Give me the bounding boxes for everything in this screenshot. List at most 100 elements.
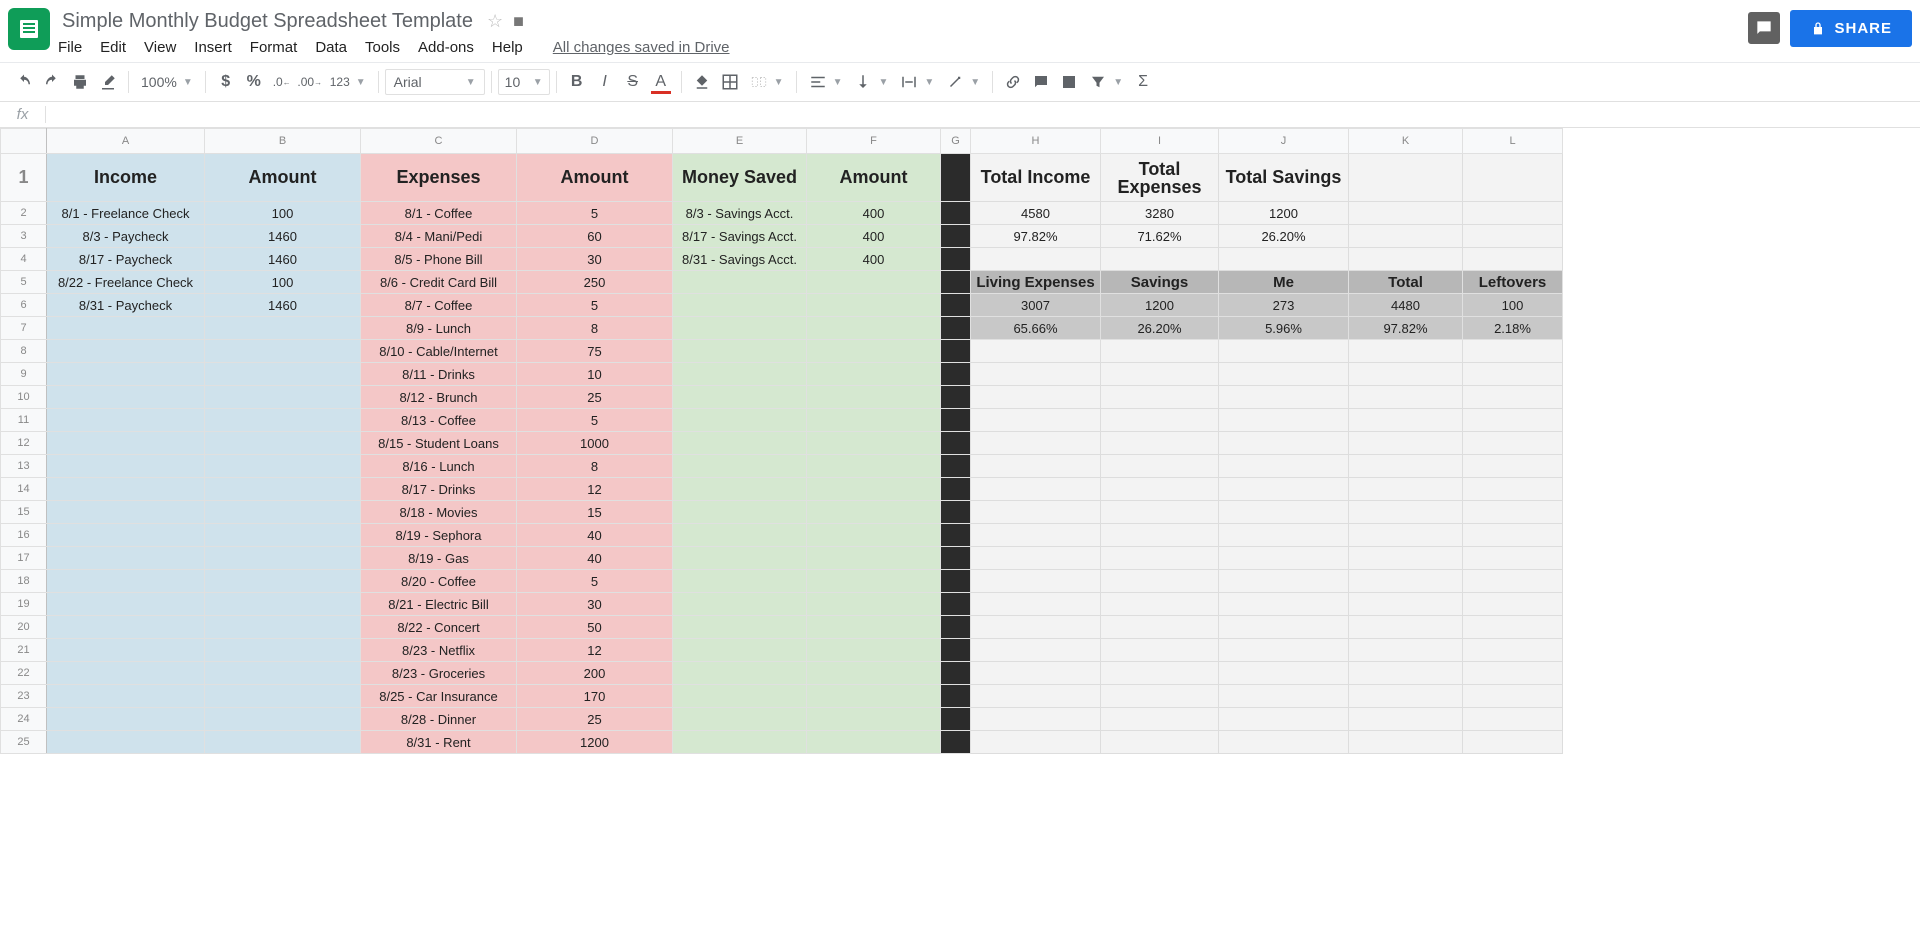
cell[interactable] — [941, 685, 971, 708]
dec-decrease-icon[interactable]: .0← — [268, 68, 296, 96]
cell[interactable] — [1463, 202, 1563, 225]
cell[interactable] — [47, 547, 205, 570]
cell[interactable]: Amount — [205, 154, 361, 202]
col-header-C[interactable]: C — [361, 129, 517, 154]
cell[interactable] — [971, 386, 1101, 409]
cell[interactable]: 1460 — [205, 248, 361, 271]
cell[interactable]: 1460 — [205, 294, 361, 317]
cell[interactable]: 8/13 - Coffee — [361, 409, 517, 432]
cell[interactable]: 12 — [517, 478, 673, 501]
row-header[interactable]: 15 — [1, 501, 47, 524]
cell[interactable] — [673, 409, 807, 432]
cell[interactable]: 8/31 - Savings Acct. — [673, 248, 807, 271]
cell[interactable] — [1349, 547, 1463, 570]
cell[interactable] — [1349, 685, 1463, 708]
text-color-icon[interactable]: A — [647, 68, 675, 96]
filter-icon[interactable]: ▼ — [1083, 73, 1129, 91]
cell[interactable] — [1463, 570, 1563, 593]
cell[interactable] — [971, 708, 1101, 731]
cell[interactable]: 5 — [517, 409, 673, 432]
cell[interactable] — [1219, 432, 1349, 455]
cell[interactable] — [1349, 478, 1463, 501]
cell[interactable] — [971, 340, 1101, 363]
cell[interactable]: 8/7 - Coffee — [361, 294, 517, 317]
cell[interactable]: 8/31 - Paycheck — [47, 294, 205, 317]
cell[interactable]: 30 — [517, 248, 673, 271]
cell[interactable]: 4480 — [1349, 294, 1463, 317]
cell[interactable]: 60 — [517, 225, 673, 248]
cell[interactable] — [673, 386, 807, 409]
cell[interactable] — [807, 547, 941, 570]
cell[interactable]: Total — [1349, 271, 1463, 294]
row-header[interactable]: 20 — [1, 616, 47, 639]
row-header[interactable]: 2 — [1, 202, 47, 225]
wrap-icon[interactable]: ▼ — [894, 73, 940, 91]
cell[interactable] — [941, 524, 971, 547]
cell[interactable] — [1219, 570, 1349, 593]
cell[interactable]: 40 — [517, 524, 673, 547]
cell[interactable] — [1349, 409, 1463, 432]
cell[interactable] — [1219, 340, 1349, 363]
cell[interactable]: 8 — [517, 317, 673, 340]
cell[interactable] — [941, 616, 971, 639]
cell[interactable]: 65.66% — [971, 317, 1101, 340]
row-header[interactable]: 11 — [1, 409, 47, 432]
cell[interactable]: 8/17 - Drinks — [361, 478, 517, 501]
cell[interactable] — [1463, 248, 1563, 271]
cell[interactable] — [673, 708, 807, 731]
cell[interactable]: 71.62% — [1101, 225, 1219, 248]
cell[interactable]: 400 — [807, 202, 941, 225]
cell[interactable] — [1463, 547, 1563, 570]
cell[interactable] — [1349, 524, 1463, 547]
doc-title[interactable]: Simple Monthly Budget Spreadsheet Templa… — [58, 8, 477, 35]
cell[interactable] — [673, 432, 807, 455]
cell[interactable] — [1101, 570, 1219, 593]
row-header[interactable]: 10 — [1, 386, 47, 409]
cell[interactable]: 3280 — [1101, 202, 1219, 225]
cell[interactable] — [47, 317, 205, 340]
cell[interactable] — [673, 593, 807, 616]
cell[interactable] — [1349, 455, 1463, 478]
cell[interactable] — [807, 731, 941, 754]
cell[interactable] — [941, 154, 971, 202]
spreadsheet-grid[interactable]: ABCDEFGHIJKL 1IncomeAmountExpensesAmount… — [0, 128, 1920, 754]
cell[interactable]: 5.96% — [1219, 317, 1349, 340]
cell[interactable]: 25 — [517, 386, 673, 409]
cell[interactable] — [1463, 432, 1563, 455]
cell[interactable]: 8/19 - Gas — [361, 547, 517, 570]
cell[interactable] — [807, 524, 941, 547]
cell[interactable]: 8/5 - Phone Bill — [361, 248, 517, 271]
select-all-cell[interactable] — [1, 129, 47, 154]
cell[interactable]: Total Expenses — [1101, 154, 1219, 202]
cell[interactable]: 200 — [517, 662, 673, 685]
cell[interactable] — [1219, 639, 1349, 662]
cell[interactable] — [205, 455, 361, 478]
cell[interactable]: 8/1 - Coffee — [361, 202, 517, 225]
cell[interactable] — [47, 685, 205, 708]
font-select[interactable]: Arial▼ — [385, 69, 485, 95]
cell[interactable]: 1000 — [517, 432, 673, 455]
cell[interactable]: 97.82% — [971, 225, 1101, 248]
cell[interactable] — [807, 317, 941, 340]
cell[interactable] — [1349, 386, 1463, 409]
cell[interactable]: 8/12 - Brunch — [361, 386, 517, 409]
cell[interactable] — [1463, 225, 1563, 248]
cell[interactable] — [941, 432, 971, 455]
cell[interactable] — [205, 409, 361, 432]
cell[interactable]: 26.20% — [1219, 225, 1349, 248]
cell[interactable]: 75 — [517, 340, 673, 363]
cell[interactable] — [1463, 731, 1563, 754]
col-header-L[interactable]: L — [1463, 129, 1563, 154]
cell[interactable]: 5 — [517, 202, 673, 225]
cell[interactable]: 8/23 - Netflix — [361, 639, 517, 662]
cell[interactable]: Living Expenses — [971, 271, 1101, 294]
cell[interactable] — [1101, 501, 1219, 524]
col-header-J[interactable]: J — [1219, 129, 1349, 154]
paint-format-icon[interactable] — [94, 68, 122, 96]
cell[interactable] — [971, 685, 1101, 708]
cell[interactable] — [1463, 593, 1563, 616]
borders-icon[interactable] — [716, 68, 744, 96]
print-icon[interactable] — [66, 68, 94, 96]
cell[interactable] — [1463, 154, 1563, 202]
cell[interactable] — [205, 547, 361, 570]
